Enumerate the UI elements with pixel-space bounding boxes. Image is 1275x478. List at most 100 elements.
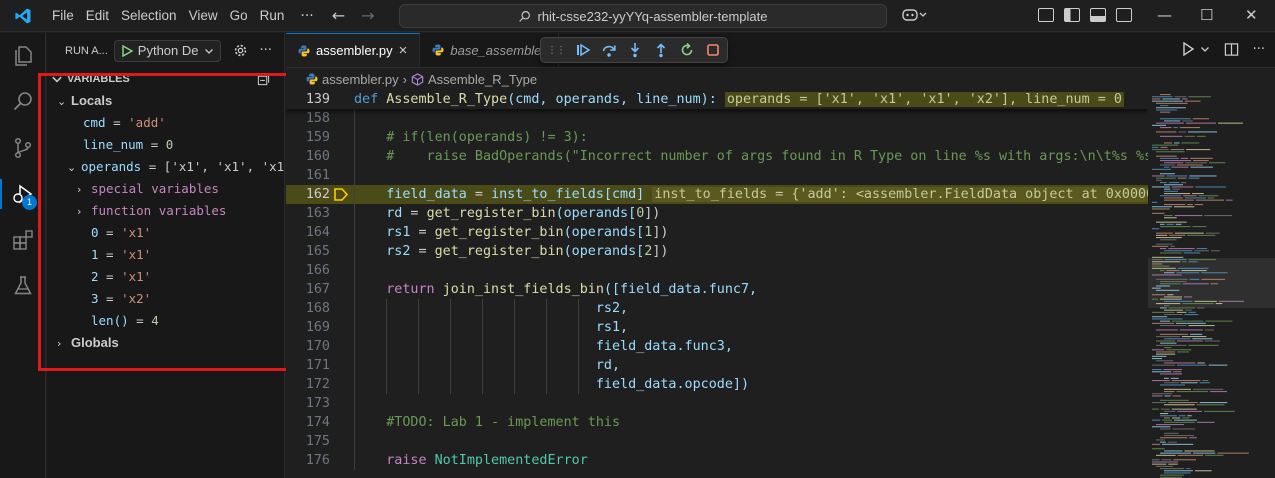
minimap-code-mark [1160, 270, 1165, 272]
step-out-icon[interactable] [653, 42, 669, 58]
more-actions-icon[interactable]: ··· [1253, 42, 1265, 57]
code-line[interactable]: 173 [286, 394, 1148, 413]
code-line[interactable]: 160 # raise BadOperands("Incorrect numbe… [286, 147, 1148, 166]
code-line[interactable]: 166 [286, 261, 1148, 280]
breadcrumb-symbol[interactable]: Assemble_R_Type [428, 72, 537, 87]
split-editor-icon[interactable] [1224, 42, 1239, 57]
explorer-icon[interactable] [0, 33, 46, 79]
close-window-icon[interactable]: ✕ [1245, 6, 1258, 24]
more-actions-icon[interactable]: ··· [260, 43, 272, 58]
breadcrumb-file[interactable]: assembler.py [322, 72, 399, 87]
minimap-viewport[interactable] [1148, 258, 1275, 308]
locals-scope[interactable]: ⌄ Locals [47, 90, 284, 112]
code-line[interactable]: 176 raise NotImplementedError [286, 451, 1148, 470]
current-execution-line[interactable]: 162 field_data = inst_to_fields[cmd] ins… [286, 185, 1148, 204]
special-variables[interactable]: › special variables [47, 178, 284, 200]
tab-assembler-py[interactable]: assembler.py × [286, 33, 421, 67]
back-arrow-icon[interactable]: ← [324, 6, 353, 25]
code-line[interactable]: 161 [286, 166, 1148, 185]
operand-item-1[interactable]: 1 = 'x1' [47, 244, 284, 266]
function-variables[interactable]: › function variables [47, 200, 284, 222]
start-debugging-icon[interactable] [121, 44, 133, 57]
minimap-code-mark [1160, 157, 1179, 159]
code-line[interactable]: 171 rd, [286, 356, 1148, 375]
gear-icon[interactable] [233, 43, 248, 58]
operand-len[interactable]: len() = 4 [47, 310, 284, 332]
code-line[interactable]: 159 # if(len(operands) != 3): [286, 128, 1148, 147]
stop-icon[interactable] [705, 42, 721, 58]
operand-item-3[interactable]: 3 = 'x2' [47, 288, 284, 310]
tab-base-assembler[interactable]: base_assembler [420, 33, 559, 67]
inline-value: operands = ['x1', 'x1', 'x1', 'x2'], lin… [724, 92, 1124, 107]
step-over-icon[interactable] [601, 42, 617, 58]
code-editor[interactable]: 139 def Assemble_R_Type(cmd, operands, l… [286, 90, 1148, 478]
extensions-icon[interactable] [0, 217, 46, 263]
minimap-code-mark [1164, 472, 1191, 474]
copilot-icon[interactable] [902, 7, 928, 27]
command-center-search[interactable]: rhit-csse232-yyYYq-assembler-template [399, 4, 887, 28]
code-line[interactable]: 172 field_data.opcode]) [286, 375, 1148, 394]
testing-flask-icon[interactable] [0, 263, 46, 309]
menu-selection[interactable]: Selection [115, 0, 183, 32]
menu-edit[interactable]: Edit [80, 0, 115, 32]
operand-item-2[interactable]: 2 = 'x1' [47, 266, 284, 288]
collapse-all-icon[interactable] [257, 73, 270, 86]
code-line[interactable]: 158 [286, 109, 1148, 128]
code-line[interactable]: 164 rs1 = get_register_bin(operands[1]) [286, 223, 1148, 242]
source-control-icon[interactable] [0, 125, 46, 171]
minimap-code-mark [1168, 248, 1195, 250]
menu-view[interactable]: View [183, 0, 224, 32]
minimap-code-mark [1156, 131, 1177, 133]
toggle-panel-icon[interactable] [1090, 8, 1106, 22]
run-python-file-icon[interactable] [1180, 41, 1196, 57]
forward-arrow-icon[interactable]: → [353, 6, 382, 25]
variable-line-num[interactable]: line_num = 0 [47, 134, 284, 156]
minimap-code-mark [1179, 329, 1203, 331]
minimap-code-mark [1171, 408, 1197, 410]
variables-section-header[interactable]: VARIABLES [47, 68, 284, 90]
globals-scope[interactable]: › Globals [47, 332, 284, 354]
search-icon[interactable] [0, 79, 46, 125]
minimap-code-mark [1164, 404, 1195, 406]
minimap-code-mark [1161, 459, 1172, 461]
minimize-icon[interactable]: — [1157, 6, 1172, 24]
code-line[interactable]: 163 rd = get_register_bin(operands[0]) [286, 204, 1148, 223]
minimap-code-mark [1162, 419, 1172, 421]
minimap-code-mark [1156, 454, 1176, 456]
toggle-secondary-sidebar-icon[interactable] [1116, 8, 1132, 22]
menu-file[interactable]: File [46, 0, 80, 32]
minimap[interactable] [1148, 90, 1275, 478]
run-debug-icon[interactable]: 1 [0, 171, 46, 217]
minimap-code-mark [1184, 197, 1206, 199]
code-line[interactable]: 167 return join_inst_fields_bin([field_d… [286, 280, 1148, 299]
minimap-code-mark [1152, 443, 1160, 445]
code-line[interactable]: 175 [286, 432, 1148, 451]
code-line[interactable]: 170 field_data.func3, [286, 337, 1148, 356]
close-tab-icon[interactable]: × [399, 42, 408, 59]
step-into-icon[interactable] [627, 42, 643, 58]
menu-run[interactable]: Run [254, 0, 291, 32]
variable-cmd[interactable]: cmd = 'add' [47, 112, 284, 134]
restart-icon[interactable] [679, 42, 695, 58]
code-line[interactable]: 165 rs2 = get_register_bin(operands[2]) [286, 242, 1148, 261]
toggle-sidebar-icon[interactable] [1064, 8, 1080, 22]
customize-layout-icon[interactable] [1038, 8, 1054, 22]
code-line[interactable]: 168 rs2, [286, 299, 1148, 318]
chevron-down-icon[interactable] [1200, 44, 1210, 54]
debug-config-dropdown[interactable]: Python De [113, 39, 221, 62]
continue-icon[interactable] [575, 42, 591, 58]
operand-item-0[interactable]: 0 = 'x1' [47, 222, 284, 244]
search-icon [519, 10, 531, 22]
drag-handle-icon[interactable]: ⋮⋮ [547, 45, 566, 56]
code-line[interactable]: 169 rs1, [286, 318, 1148, 337]
menu-go[interactable]: Go [224, 0, 254, 32]
minimap-code-mark [1173, 127, 1178, 129]
minimap-code-mark [1204, 215, 1232, 217]
more-menu-icon[interactable]: ··· [290, 8, 323, 24]
chevron-down-icon [52, 76, 62, 83]
code-line[interactable]: 174 #TODO: Lab 1 - implement this [286, 413, 1148, 432]
maximize-icon[interactable]: ☐ [1200, 6, 1213, 24]
variable-operands[interactable]: ⌄operands = ['x1', 'x1', 'x1... [47, 156, 284, 178]
minimap-code-mark [1176, 311, 1187, 313]
sticky-scroll-line[interactable]: 139 def Assemble_R_Type(cmd, operands, l… [286, 90, 1148, 109]
